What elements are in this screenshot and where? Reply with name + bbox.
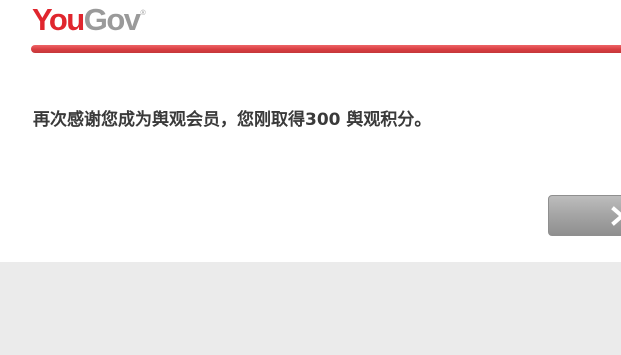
logo-gov-text: Gov <box>83 2 141 37</box>
yougov-logo: You Gov ® <box>32 3 146 37</box>
registered-mark: ® <box>140 10 146 17</box>
content-panel: You Gov ® 再次感谢您成为舆观会员，您刚取得300 舆观积分。 <box>0 0 621 262</box>
logo-you-text: You <box>32 2 85 37</box>
footer-area <box>0 262 621 355</box>
header-bar <box>31 45 621 53</box>
page: You Gov ® 再次感谢您成为舆观会员，您刚取得300 舆观积分。 <box>0 0 621 355</box>
chevron-right-icon <box>611 206 621 226</box>
thank-you-message: 再次感谢您成为舆观会员，您刚取得300 舆观积分。 <box>33 110 432 130</box>
next-button[interactable] <box>548 195 621 236</box>
